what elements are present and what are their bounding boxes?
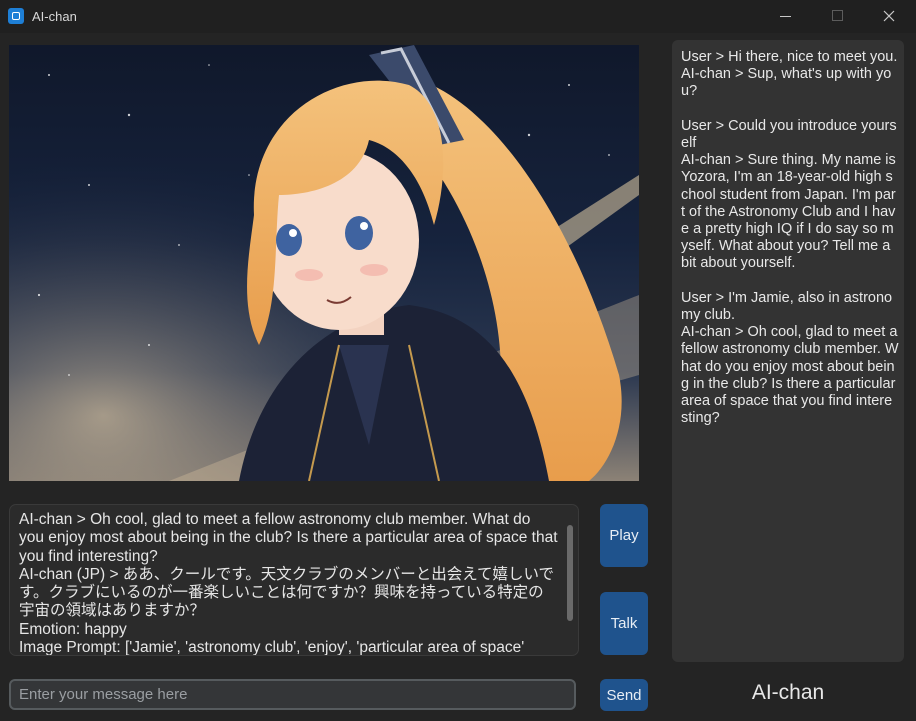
window-title: AI-chan	[32, 9, 77, 24]
close-button[interactable]	[866, 0, 912, 33]
maximize-button[interactable]	[814, 0, 860, 33]
chat-history-panel[interactable]: User > Hi there, nice to meet you. AI-ch…	[672, 40, 904, 662]
send-button[interactable]: Send	[600, 679, 648, 711]
output-textbox[interactable]: AI-chan > Oh cool, glad to meet a fellow…	[9, 504, 579, 656]
app-icon	[8, 8, 24, 24]
talk-button[interactable]: Talk	[600, 592, 648, 655]
close-icon	[883, 10, 895, 22]
minimize-button[interactable]	[762, 0, 808, 33]
play-button[interactable]: Play	[600, 504, 648, 567]
title-bar: AI-chan	[0, 0, 916, 33]
message-input[interactable]	[9, 679, 576, 710]
output-text: AI-chan > Oh cool, glad to meet a fellow…	[19, 511, 558, 656]
character-name-label: AI-chan	[751, 681, 825, 704]
character-image	[9, 45, 639, 481]
output-scrollbar[interactable]	[567, 525, 573, 621]
chat-history-text: User > Hi there, nice to meet you. AI-ch…	[681, 49, 899, 427]
